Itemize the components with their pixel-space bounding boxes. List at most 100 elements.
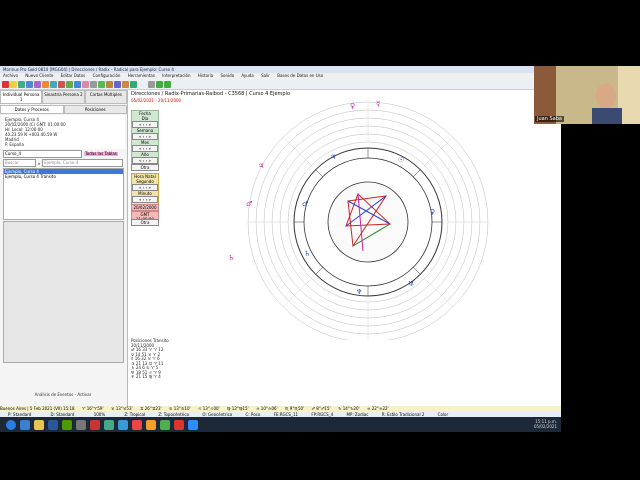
zoom-icon[interactable] <box>188 419 198 430</box>
houses-icon[interactable] <box>58 80 65 88</box>
app-icon[interactable] <box>76 419 86 430</box>
app-icon[interactable] <box>104 419 114 430</box>
stop-icon[interactable] <box>2 80 9 88</box>
title-bar: Morinus Pro Gold 0810 [MGG04] | Direccio… <box>0 66 561 73</box>
forward-icon[interactable] <box>156 80 163 88</box>
start-icon[interactable] <box>6 419 16 430</box>
info-icon[interactable] <box>122 80 129 88</box>
status-cusp: ♈ 16°♈59' <box>81 406 104 411</box>
segundo-stepper[interactable]: « ‹ › » <box>132 184 158 191</box>
otra-button[interactable]: Otra <box>131 164 159 171</box>
planet-glyph: ♂ <box>246 200 252 208</box>
menu-historia[interactable]: Historia <box>198 73 213 78</box>
menu-configuracion[interactable]: Configuración <box>93 73 121 78</box>
menu-interpretacion[interactable]: Interpretación <box>162 73 190 78</box>
chart-area: Direcciones / Radix-Primarias-Raíbod - C… <box>128 90 561 406</box>
app-icon[interactable] <box>62 419 72 430</box>
telegram-icon[interactable] <box>118 419 128 430</box>
birth-info: Ejemplo, Curso 4 20/02/2000 (C) GMT: 01:… <box>2 115 125 149</box>
dia-stepper[interactable]: « ‹ › » <box>132 121 158 128</box>
app-icon[interactable] <box>90 419 100 430</box>
progressions-icon[interactable] <box>74 80 81 88</box>
back-icon[interactable] <box>148 80 155 88</box>
all-tables-label[interactable]: Todas las Tablas <box>84 152 118 156</box>
tab-sinastria[interactable]: Sinastría Persona 2 <box>42 90 85 104</box>
planet-glyph: ♀ <box>350 102 355 110</box>
directions-icon[interactable] <box>82 80 89 88</box>
minuto-stepper[interactable]: « ‹ › » <box>132 196 158 203</box>
webcam-overlay: Juan Saba <box>534 66 640 124</box>
search-icon[interactable]: ⌕ <box>38 161 40 166</box>
clock-date: 05/02/2021 <box>533 424 557 429</box>
menu-ayuda[interactable]: Ayuda <box>241 73 253 78</box>
step-controls: Fecha Día « ‹ › » Semana « ‹ › » Mes « ‹… <box>131 110 159 164</box>
list-item[interactable]: Ejemplo, Curso 4 Tránsito <box>4 174 123 179</box>
menu-bases-datos[interactable]: Bases de Datos en Uso <box>277 73 323 78</box>
tab-posiciones[interactable]: Posiciones <box>63 105 127 114</box>
menu-salir[interactable]: Salir <box>261 73 270 78</box>
planet-glyph: ♄ <box>228 254 234 262</box>
toolbar <box>0 79 561 90</box>
status-cusp: ♋ 13°♋10' <box>168 406 191 411</box>
menu-sonido[interactable]: Sonido <box>221 73 235 78</box>
refresh-icon[interactable] <box>164 80 171 88</box>
app-icon[interactable] <box>132 419 142 430</box>
app-window: Morinus Pro Gold 0810 [MGG04] | Direccio… <box>0 66 561 417</box>
planet-glyph: ♄ <box>304 250 310 258</box>
database-select[interactable]: Curso_4 <box>3 150 82 158</box>
help-icon[interactable] <box>130 80 137 88</box>
events-analysis-button[interactable]: Análisis de Eventos - Activar <box>8 391 118 399</box>
menu-herramientas[interactable]: Herramientas <box>128 73 155 78</box>
planet-glyph: ♀ <box>430 208 435 216</box>
position-row: ♆ 21 15 ♍ ♈ 4 <box>131 374 161 379</box>
mes-stepper[interactable]: « ‹ › » <box>132 145 158 152</box>
planet-glyph: ♃ <box>258 162 264 170</box>
astro-wheel[interactable]: ♃ ☉ ♂ ♀ ♄ ♅ ♆ ♀ ☿ ♂ ♄ ♃ <box>218 96 518 340</box>
planet-glyph: ♃ <box>330 153 336 161</box>
wheel-icon[interactable] <box>42 80 49 88</box>
aspect-circle <box>327 181 409 263</box>
ie-icon[interactable] <box>20 419 30 430</box>
open-icon[interactable] <box>18 80 25 88</box>
folder-icon[interactable] <box>34 419 44 430</box>
menu-archivo[interactable]: Archivo <box>3 73 18 78</box>
status-cusp: ♊ 26°♊23' <box>139 406 162 411</box>
tab-datos-procesos[interactable]: Datos y Procesos <box>0 105 64 114</box>
print-icon[interactable] <box>34 80 41 88</box>
status-cusp: ♑ 14°♑20' <box>337 406 360 411</box>
status-cusp: ♍ 12°♍15' <box>226 406 249 411</box>
clock[interactable]: 15:11 p.m. 05/02/2021 <box>534 419 557 429</box>
acrobat-icon[interactable] <box>174 419 184 430</box>
word-icon[interactable] <box>48 419 58 430</box>
chrome-icon[interactable] <box>160 419 170 430</box>
ano-stepper[interactable]: « ‹ › » <box>132 157 158 164</box>
semana-stepper[interactable]: « ‹ › » <box>132 133 158 140</box>
transits-icon[interactable] <box>66 80 73 88</box>
menu-nuevo-cliente[interactable]: Nuevo Cliente <box>25 73 53 78</box>
search-input[interactable]: Buscar <box>3 159 36 167</box>
new-chart-icon[interactable] <box>10 80 17 88</box>
menu-editar-datos[interactable]: Editar Datos <box>61 73 86 78</box>
planet-glyph: ☉ <box>398 156 404 164</box>
tab-individual[interactable]: Individual Persona 1 <box>0 90 43 104</box>
notes-area <box>3 221 124 363</box>
search-name-input[interactable]: Ejemplo, Curso 4 <box>42 159 124 167</box>
status-cusp: ♒ 22°♒22' <box>366 406 389 411</box>
save-icon[interactable] <box>26 80 33 88</box>
tab-cartas-multiples[interactable]: Cartas Múltiples <box>84 90 127 104</box>
table-icon[interactable] <box>90 80 97 88</box>
data-tabs: Datos y Procesos Posiciones <box>0 105 127 114</box>
graph-icon[interactable] <box>98 80 105 88</box>
calendar-icon[interactable] <box>106 80 113 88</box>
date-value[interactable]: 20/02/2000 <box>131 204 159 211</box>
person-tabs: Individual Persona 1 Sinastría Persona 2… <box>0 90 127 104</box>
otra-button-2[interactable]: Otra <box>131 219 159 226</box>
aspects-icon[interactable] <box>50 80 57 88</box>
planet-glyph: ♅ <box>408 280 414 288</box>
left-panel: Individual Persona 1 Sinastría Persona 2… <box>0 90 128 406</box>
taskbar: 15:11 p.m. 05/02/2021 <box>0 417 561 432</box>
settings-icon[interactable] <box>114 80 121 88</box>
planet-glyph: ♆ <box>356 288 362 296</box>
participant-name: Juan Saba <box>535 116 564 122</box>
firefox-icon[interactable] <box>146 419 156 430</box>
